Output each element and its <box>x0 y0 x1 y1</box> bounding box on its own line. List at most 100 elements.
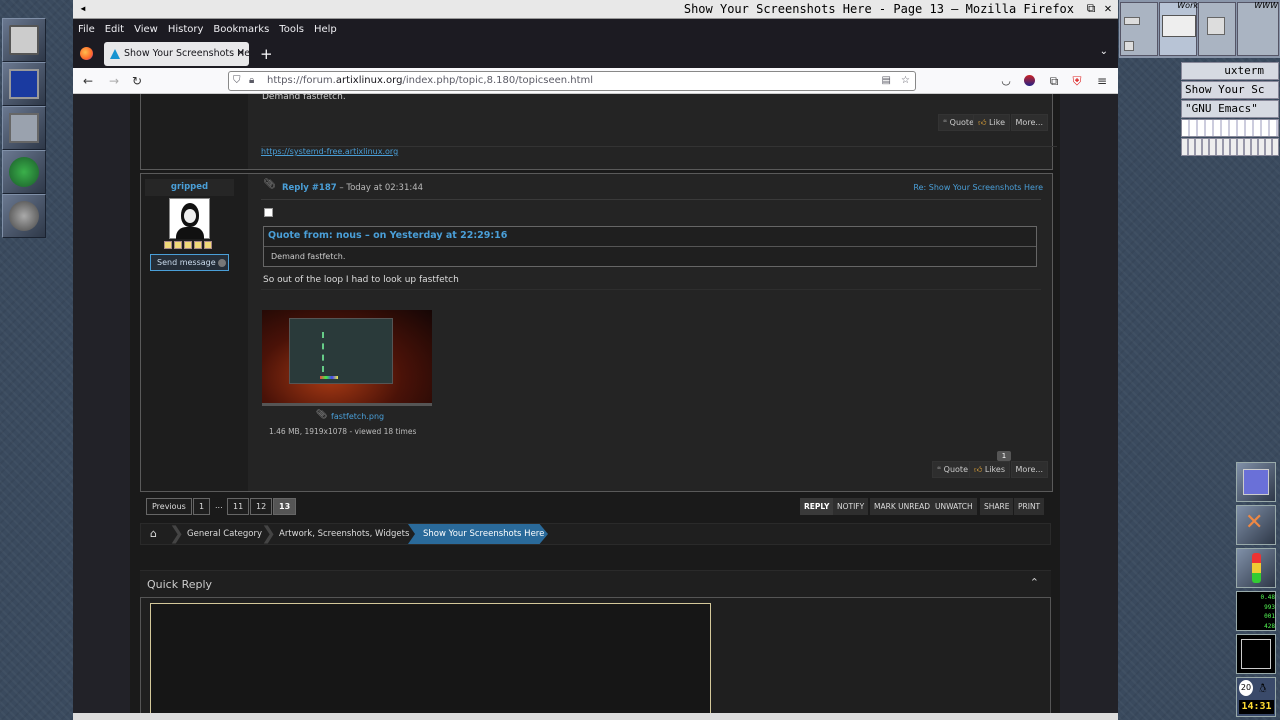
firefox-window: ◂ Show Your Screenshots Here - Page 13 —… <box>73 0 1118 720</box>
dock-gimp-icon[interactable] <box>2 194 46 238</box>
extensions-puzzle-icon[interactable]: ⧉ <box>1046 73 1062 89</box>
avatar[interactable] <box>169 198 210 239</box>
dock-app-icon[interactable] <box>1236 462 1276 502</box>
url-bar[interactable]: ⛉ 🔒︎ https://forum.artixlinux.org/index.… <box>228 71 916 91</box>
maximize-icon[interactable]: ⧉ <box>1084 1 1098 16</box>
quote-header-link[interactable]: Quote from: nous – on Yesterday at 22:29… <box>268 230 507 241</box>
quick-reply-header[interactable]: Quick Reply ⌃ <box>140 570 1051 597</box>
window-list: uxterm Show Your Sc "GNU Emacs" <box>1181 62 1279 156</box>
reply-number-link[interactable]: Reply #187 <box>282 183 337 193</box>
extension-icon[interactable] <box>1024 75 1035 86</box>
desktop-1[interactable] <box>1120 2 1158 56</box>
breadcrumb-current[interactable]: Show Your Screenshots Here <box>423 529 544 539</box>
select-post-checkbox[interactable] <box>264 208 273 217</box>
page-content: Demand fastfetch. ❝ Quote 👍︎ Like More..… <box>73 94 1118 720</box>
dock-traffic-light-icon[interactable] <box>1236 548 1276 588</box>
tab-bar: Show Your Screenshots He ✕ + ⌄ <box>73 40 1118 68</box>
window-item-firefox[interactable]: Show Your Sc <box>1181 81 1279 99</box>
send-message-button[interactable]: Send message <box>150 254 229 271</box>
menu-view[interactable]: View <box>129 19 163 35</box>
horizontal-scrollbar[interactable] <box>73 713 1118 720</box>
poster-info: gripped Send message <box>141 174 238 491</box>
poster-name[interactable]: gripped <box>145 179 234 196</box>
notify-button[interactable]: NOTIFY <box>833 498 869 515</box>
dock-computer-icon[interactable] <box>2 18 46 62</box>
close-window-icon[interactable]: ✕ <box>1101 1 1115 16</box>
breadcrumb-artwork[interactable]: Artwork, Screenshots, Widgets <box>279 529 409 539</box>
window-menu-icon[interactable]: ◂ <box>76 1 90 16</box>
menu-bookmarks[interactable]: Bookmarks <box>208 19 274 35</box>
window-titlebar[interactable]: ◂ Show Your Screenshots Here - Page 13 —… <box>73 0 1118 19</box>
dock-empty-slot[interactable] <box>1236 634 1276 674</box>
reload-icon[interactable]: ↻ <box>129 73 145 89</box>
quote-button[interactable]: ❝ Quote <box>931 461 973 478</box>
mark-unread-button[interactable]: MARK UNREAD <box>870 498 935 515</box>
desktop-pager[interactable]: Work WWW <box>1119 0 1280 58</box>
hamburger-menu-icon[interactable]: ≡ <box>1094 73 1110 89</box>
breadcrumb: ⌂ ❯ General Category ❯ Artwork, Screensh… <box>140 523 1051 545</box>
page-13-current[interactable]: 13 <box>273 498 297 515</box>
url-prefix: https://forum. <box>267 75 336 86</box>
window-item-4[interactable] <box>1181 119 1279 137</box>
collapse-icon[interactable]: ⌃ <box>1030 576 1039 589</box>
menu-edit[interactable]: Edit <box>100 19 129 35</box>
left-dock <box>0 0 48 240</box>
reply-post: gripped Send message 📎︎ Reply #187 – Tod… <box>140 173 1053 492</box>
tracking-shield-icon[interactable]: ⛉ <box>233 72 241 90</box>
page-12[interactable]: 12 <box>250 498 273 515</box>
attachment-filename-link[interactable]: fastfetch.png <box>331 412 384 421</box>
new-tab-icon[interactable]: + <box>260 45 273 63</box>
page-previous[interactable]: Previous <box>146 498 192 515</box>
window-item-emacs[interactable]: "GNU Emacs" <box>1181 100 1279 118</box>
pocket-icon[interactable]: ◡ <box>998 73 1014 89</box>
attachment-meta: 1.46 MB, 1919x1078 - viewed 18 times <box>269 427 417 436</box>
menu-history[interactable]: History <box>163 19 209 35</box>
list-tabs-icon[interactable]: ⌄ <box>1100 46 1108 57</box>
desktop-www[interactable]: WWW <box>1237 1 1279 56</box>
window-item-uxterm[interactable]: uxterm <box>1181 62 1279 80</box>
menu-tools[interactable]: Tools <box>274 19 309 35</box>
artix-favicon-icon <box>110 49 120 59</box>
attachment-thumbnail[interactable] <box>262 310 432 406</box>
tab-close-icon[interactable]: ✕ <box>237 42 245 66</box>
desktop-work[interactable]: Work <box>1159 1 1198 56</box>
dock-www-globe-icon[interactable] <box>2 150 46 194</box>
more-button[interactable]: More... <box>1010 114 1048 131</box>
back-icon[interactable]: ← <box>80 73 96 89</box>
page-1[interactable]: 1 <box>193 498 211 515</box>
dock-tools-icon[interactable]: ✕ <box>1236 505 1276 545</box>
forum-page: Demand fastfetch. ❝ Quote 👍︎ Like More..… <box>130 94 1060 720</box>
likes-button[interactable]: 👍︎ Likes <box>968 461 1010 478</box>
reply-button[interactable]: REPLY <box>800 498 834 515</box>
reader-view-icon[interactable]: ▤ <box>882 72 891 90</box>
post-body: 📎︎ Reply #187 – Today at 02:31:44 Re: Sh… <box>248 174 1052 491</box>
like-button[interactable]: 👍︎ Like <box>973 114 1010 131</box>
home-icon[interactable]: ⌂ <box>150 527 157 540</box>
attachment-paperclip-icon: 📎︎ <box>316 410 328 420</box>
dock-drawer-icon[interactable] <box>2 106 46 150</box>
unwatch-button[interactable]: UNWATCH <box>931 498 977 515</box>
menu-file[interactable]: File <box>73 19 100 35</box>
url-path: /index.php/topic,8.180/topicseen.html <box>402 75 594 86</box>
clock: 20 🐧︎ 14:31 <box>1236 677 1276 717</box>
dock-monitor-icon[interactable] <box>2 62 46 106</box>
window-title: Show Your Screenshots Here - Page 13 — M… <box>683 2 1074 16</box>
desktop-3[interactable] <box>1198 2 1236 56</box>
breadcrumb-general-category[interactable]: General Category <box>187 529 262 539</box>
ublock-icon[interactable]: ⛨ <box>1069 73 1085 89</box>
signature-link[interactable]: https://systemd-free.artixlinux.org <box>261 147 398 156</box>
reply-header: Reply #187 – Today at 02:31:44 <box>282 183 423 193</box>
print-button[interactable]: PRINT <box>1014 498 1045 515</box>
more-button[interactable]: More... <box>1010 461 1048 478</box>
monitor-value-1: 0.48 <box>1260 594 1275 601</box>
reply-textarea[interactable] <box>150 603 711 720</box>
share-button[interactable]: SHARE <box>980 498 1014 515</box>
tab-active[interactable]: Show Your Screenshots He ✕ <box>104 42 249 66</box>
topic-title-link[interactable]: Re: Show Your Screenshots Here <box>913 183 1043 192</box>
menu-help[interactable]: Help <box>309 19 342 35</box>
forward-icon[interactable]: → <box>106 73 122 89</box>
window-item-5[interactable] <box>1181 138 1279 156</box>
page-11[interactable]: 11 <box>227 498 250 515</box>
lock-icon[interactable]: 🔒︎ <box>249 72 254 90</box>
bookmark-star-icon[interactable]: ☆ <box>901 72 910 90</box>
